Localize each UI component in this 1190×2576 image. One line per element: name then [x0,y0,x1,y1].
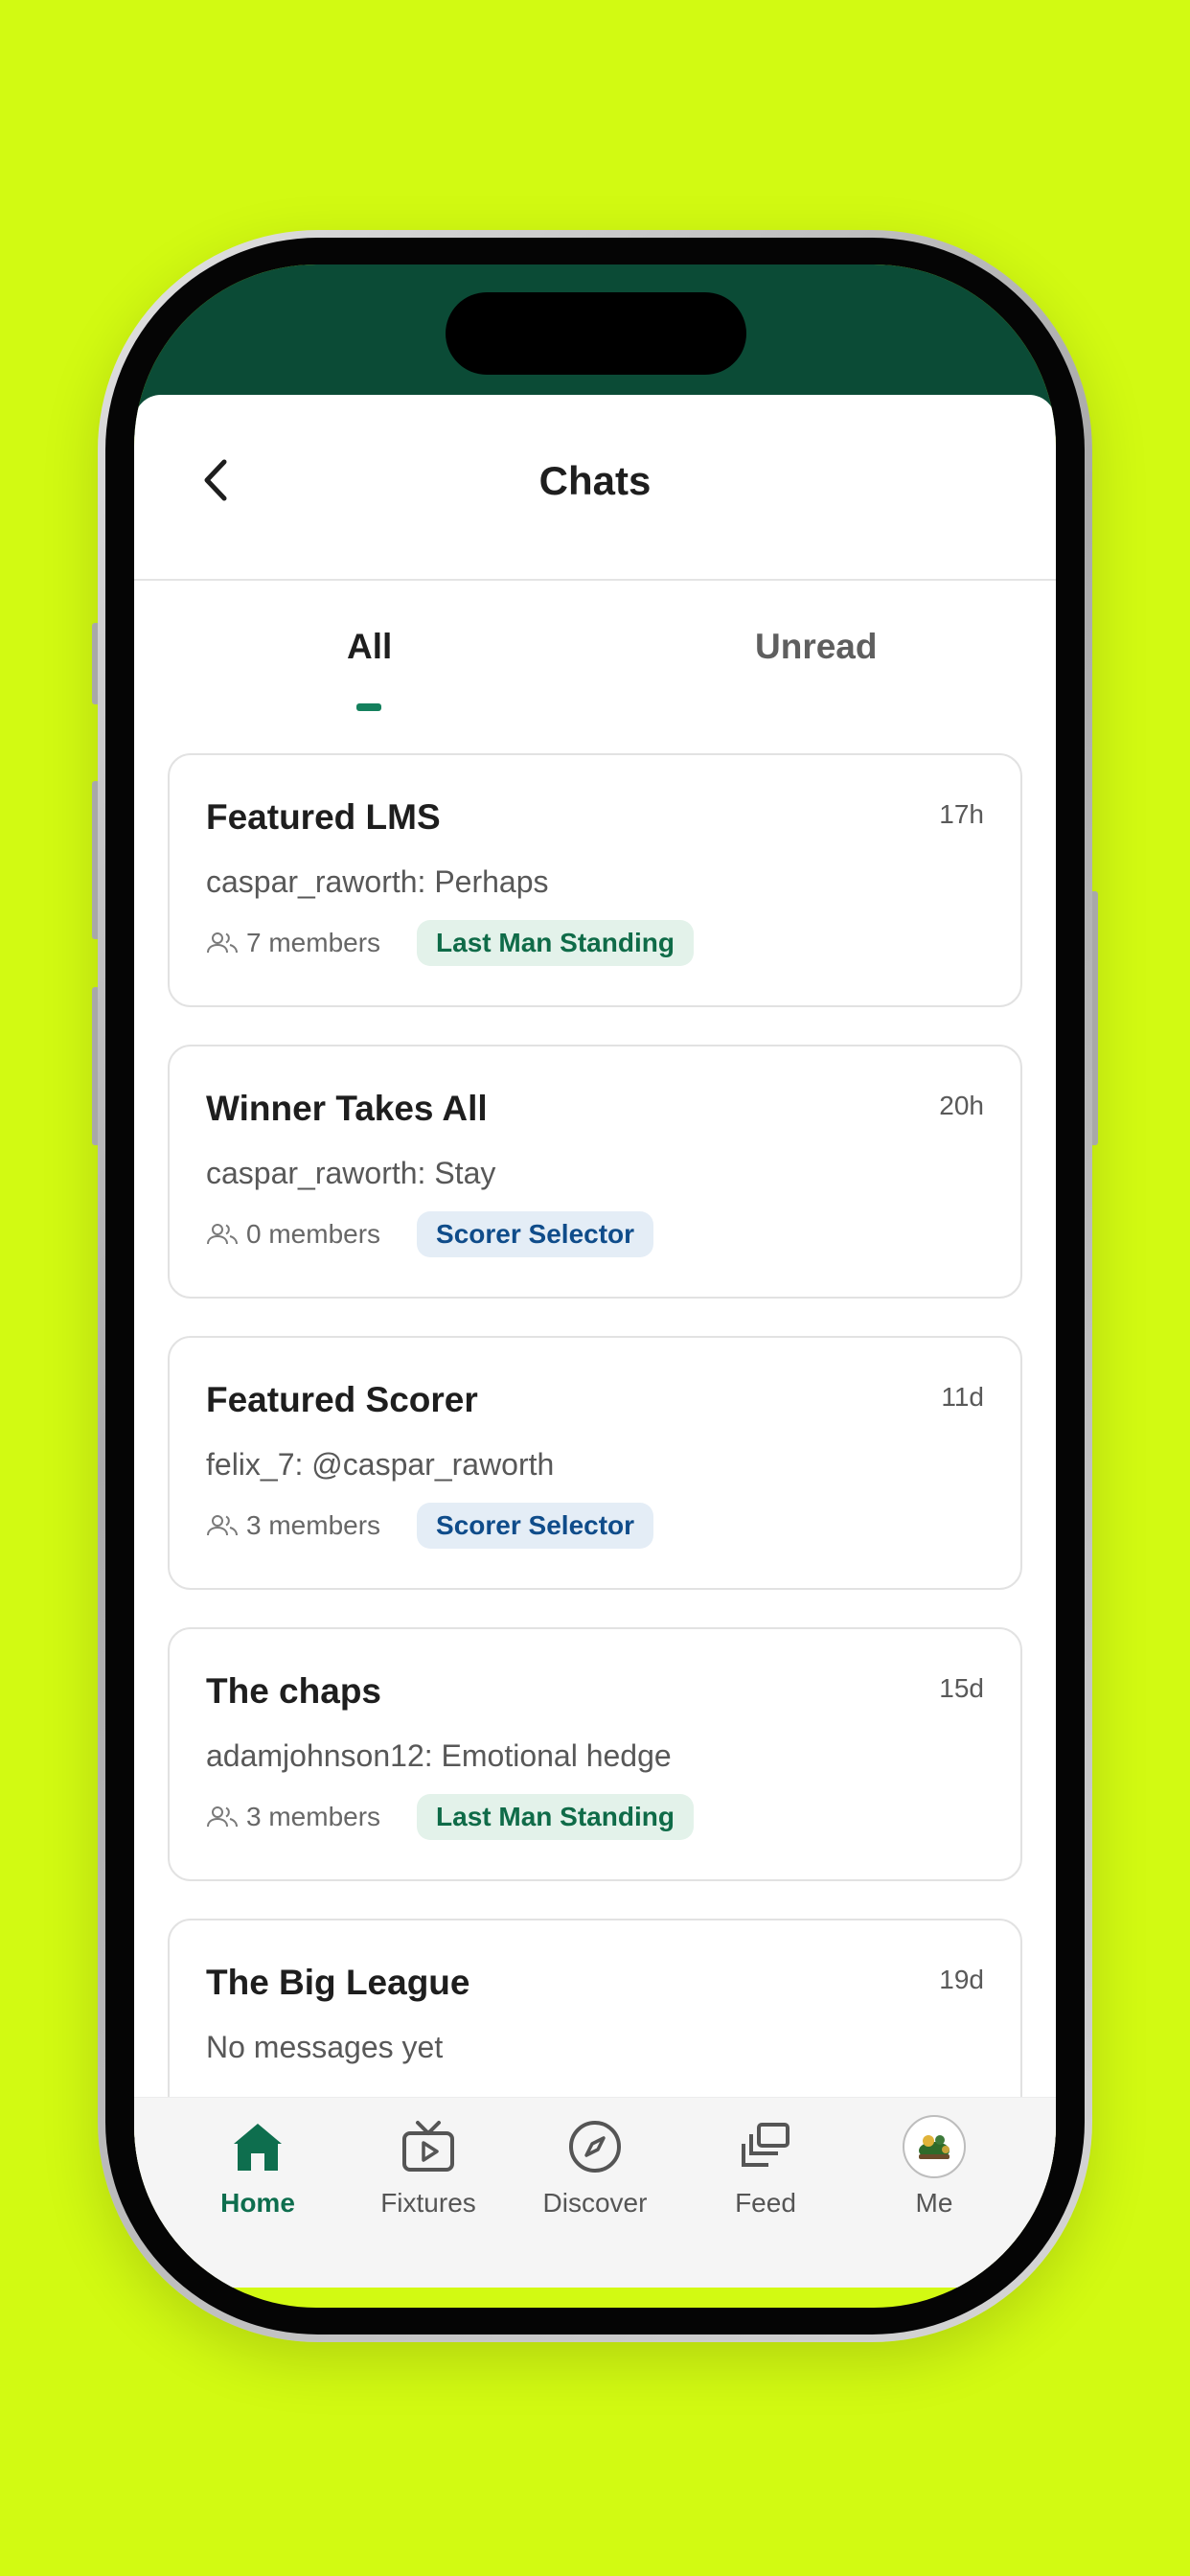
nav-home[interactable]: Home [172,2115,343,2219]
chat-time: 20h [939,1091,984,1120]
chat-name: Winner Takes All [206,1089,488,1128]
game-tag: Scorer Selector [417,1211,654,1257]
bottom-nav: Home Fixtures Discover Feed Me [134,2097,1056,2288]
chat-item[interactable]: Winner Takes All 20h caspar_raworth: Sta… [168,1045,1022,1299]
chat-name: The Big League [206,1963,470,2002]
nav-discover[interactable]: Discover [510,2115,680,2219]
member-count-text: 3 members [246,1510,381,1540]
chat-name: Featured Scorer [206,1380,478,1419]
stack-icon [734,2115,797,2178]
chat-last-message: No messages yet [206,2030,444,2064]
chat-time: 17h [939,799,984,829]
nav-fixtures[interactable]: Fixtures [343,2115,514,2219]
people-icon [207,932,238,954]
avatar [903,2115,966,2178]
chat-tabs: All Unread [134,581,1056,753]
chat-time: 15d [939,1673,984,1703]
chat-meta: 0 members Scorer Selector [206,1211,654,1257]
people-icon [207,1515,238,1536]
chat-item[interactable]: Featured Scorer 11d felix_7: @caspar_raw… [168,1336,1022,1590]
chat-meta: 3 members Last Man Standing [206,1794,694,1840]
people-icon [207,1806,238,1828]
member-count: 7 members [206,928,380,958]
chat-time: 11d [941,1382,984,1412]
people-icon [207,1224,238,1245]
chat-item[interactable]: Featured LMS 17h caspar_raworth: Perhaps… [168,753,1022,1007]
profile-avatar-icon [919,2135,950,2159]
chat-item[interactable]: The chaps 15d adamjohnson12: Emotional h… [168,1627,1022,1881]
tab-unread[interactable]: Unread [755,627,877,667]
member-count: 3 members [206,1802,380,1832]
member-count-text: 0 members [246,1219,381,1249]
member-count: 0 members [206,1219,380,1250]
chat-name: Featured LMS [206,797,441,837]
page-title: Chats [538,458,652,503]
tv-icon [397,2115,460,2178]
home-icon [226,2115,289,2178]
chat-meta: 3 members Scorer Selector [206,1503,654,1549]
game-tag: Last Man Standing [417,1794,694,1840]
nav-feed[interactable]: Feed [680,2115,851,2219]
chat-last-message: caspar_raworth: Stay [206,1156,496,1190]
chat-time: 19d [939,1965,984,1994]
member-count-text: 3 members [246,1802,381,1831]
nav-label: Me [915,2188,953,2218]
tab-active-indicator [356,703,381,711]
chat-meta: 7 members Last Man Standing [206,920,694,966]
game-tag: Scorer Selector [417,1503,654,1549]
chat-name: The chaps [206,1671,381,1711]
nav-label: Home [220,2188,295,2218]
game-tag: Last Man Standing [417,920,694,966]
member-count: 3 members [206,1510,380,1541]
nav-label: Fixtures [380,2188,476,2218]
header: Chats [134,395,1056,581]
nav-label: Feed [735,2188,796,2218]
chat-last-message: adamjohnson12: Emotional hedge [206,1738,672,1773]
dynamic-island [446,292,746,375]
nav-label: Discover [542,2188,648,2218]
member-count-text: 7 members [246,928,381,957]
tab-all[interactable]: All [347,627,392,667]
chat-last-message: felix_7: @caspar_raworth [206,1447,555,1482]
nav-me[interactable]: Me [849,2115,1019,2219]
compass-icon [563,2115,627,2178]
chat-last-message: caspar_raworth: Perhaps [206,864,549,899]
phone-screen: Chats All Unread Featured LMS 17h caspar… [134,264,1056,2308]
chats-sheet: Chats All Unread Featured LMS 17h caspar… [134,395,1056,2288]
